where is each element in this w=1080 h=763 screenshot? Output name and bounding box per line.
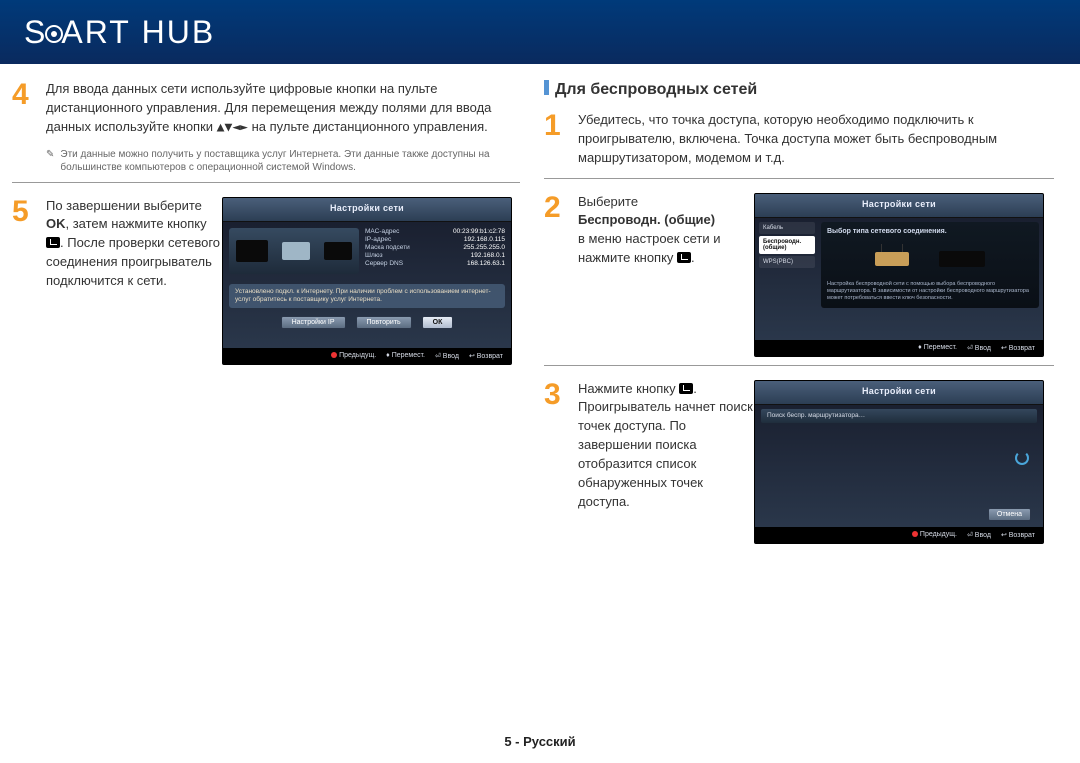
right-column: Для беспроводных сетей 1 Убедитесь, что …: [544, 80, 1054, 544]
tv1-button-row: Настройки IP Повторить ОК: [223, 316, 511, 329]
heading-text: Для беспроводных сетей: [555, 81, 757, 98]
tv1-network-values: МАС-адрес 00:23:99:b1:c2:78 IP-адрес 192.1…: [365, 228, 505, 274]
router-icon: [875, 252, 909, 266]
tv-screenshot-connection-type: Настройки сети Кабель Беспроводн.(общие)…: [754, 193, 1044, 357]
tv2-diagram: [827, 241, 1033, 277]
player-icon: [939, 251, 985, 267]
nav-prev: Предыдущ.: [339, 352, 376, 359]
divider: [544, 178, 1054, 179]
tv2-title: Настройки сети: [755, 194, 1043, 213]
kv-val: 192.168.0.115: [464, 236, 505, 243]
step-4-number: 4: [12, 80, 46, 138]
step-4: 4 Для ввода данных сети используйте цифр…: [12, 80, 520, 138]
step-3-text-a: Нажмите кнопку: [578, 381, 679, 396]
heading-bar-icon: [544, 80, 549, 95]
tv2-description: Настройка беспроводной сети с помощью вы…: [827, 281, 1033, 302]
kv-key: Шлюз: [365, 252, 383, 259]
step-2-text-c: .: [691, 250, 695, 265]
step-5-text-b: , затем нажмите кнопку: [66, 216, 207, 231]
nav-move: Перемест.: [924, 344, 957, 351]
step-5-text-a: По завершении выберите: [46, 198, 202, 213]
kv-val: 255.255.255.0: [463, 244, 505, 251]
note-row: ✎ Эти данные можно получить у поставщика…: [46, 148, 520, 174]
tv1-nav-bar: Предыдущ. ♦ Перемест. ⏎ Ввод ↩ Возврат: [223, 348, 511, 364]
step-5-number: 5: [12, 197, 46, 355]
tv-screenshot-searching: Настройки сети Поиск беспр. маршрутизато…: [754, 380, 1044, 544]
red-dot-icon: [912, 531, 918, 537]
device-router-icon: [282, 242, 310, 260]
brand-header: SART HUB: [0, 0, 1080, 64]
step-3: 3 Нажмите кнопку . Проигрыватель начнет …: [544, 380, 754, 534]
enter-button-icon: [679, 383, 693, 394]
step-1: 1 Убедитесь, что точка доступа, которую …: [544, 111, 1054, 168]
tv2-side-wireless[interactable]: Беспроводн.(общие): [759, 236, 815, 254]
tv1-device-diagram: [229, 228, 359, 274]
step-3-number: 3: [544, 380, 578, 534]
step-3-text-b: . Проигрыватель начнет поиск точек досту…: [578, 381, 753, 509]
kv-val: 168.126.63.1: [467, 260, 505, 267]
nav-enter: Ввод: [975, 532, 991, 539]
step-4-text-b: на пульте дистанционного управления.: [248, 119, 488, 134]
step-2-text: Выберите Беспроводн. (общие) в меню наст…: [578, 193, 754, 347]
left-column: 4 Для ввода данных сети используйте цифр…: [12, 80, 520, 544]
tv2-main-heading: Выбор типа сетевого соединения.: [827, 228, 1033, 235]
step-5-text-c: . После проверки сетевого соединения про…: [46, 235, 220, 288]
tv3-cancel-button[interactable]: Отмена: [988, 508, 1031, 521]
step-3-text: Нажмите кнопку . Проигрыватель начнет по…: [578, 380, 754, 534]
step-2: 2 Выберите Беспроводн. (общие) в меню на…: [544, 193, 754, 347]
tv1-status-message: Установлено подкл. к Интернету. При нали…: [229, 284, 505, 309]
step-2-number: 2: [544, 193, 578, 347]
tv-btn-ip-settings[interactable]: Настройки IP: [281, 316, 346, 329]
nav-return: Возврат: [1009, 532, 1035, 539]
tv2-side-wps[interactable]: WPS(PBC): [759, 256, 815, 268]
page-footer: 5 - Русский: [0, 734, 1080, 749]
step-4-text: Для ввода данных сети используйте цифров…: [46, 80, 520, 138]
arrow-icons: ▲▼◄►: [217, 120, 248, 135]
tv3-nav-bar: Предыдущ. ⏎ Ввод ↩ Возврат: [755, 527, 1043, 543]
step-5-ok: OK: [46, 216, 66, 231]
kv-val: 192.168.0.1: [471, 252, 505, 259]
nav-prev: Предыдущ.: [920, 531, 957, 538]
nav-enter: Ввод: [443, 353, 459, 360]
enter-button-icon: [677, 252, 691, 263]
tv2-sidebar: Кабель Беспроводн.(общие) WPS(PBC): [759, 222, 815, 308]
device-globe-icon: [324, 242, 352, 260]
loading-spinner-icon: [1015, 451, 1029, 465]
kv-key: Маска подсети: [365, 244, 410, 251]
tv2-side-cable[interactable]: Кабель: [759, 222, 815, 234]
tv-btn-ok[interactable]: ОК: [422, 316, 454, 329]
step-5-text: По завершении выберите OK, затем нажмите…: [46, 197, 222, 355]
tv3-search-label: Поиск беспр. маршрутизатора…: [761, 409, 1037, 423]
enter-button-icon: [46, 237, 60, 248]
tv-btn-retry[interactable]: Повторить: [356, 316, 412, 329]
tv3-title: Настройки сети: [755, 381, 1043, 400]
step-2-text-b: в меню настроек сети и нажмите кнопку: [578, 231, 720, 265]
red-dot-icon: [331, 352, 337, 358]
divider: [544, 365, 1054, 366]
tv-screenshot-network-status: Настройки сети МАС-адрес 00:23:99:b1:c2:7…: [222, 197, 512, 365]
kv-key: IP-адрес: [365, 236, 391, 243]
kv-key: Сервер DNS: [365, 260, 403, 267]
step-5: 5 По завершении выберите OK, затем нажми…: [12, 197, 222, 355]
step-1-text: Убедитесь, что точка доступа, которую не…: [578, 111, 1054, 168]
note-text: Эти данные можно получить у поставщика у…: [60, 148, 520, 174]
kv-val: 00:23:99:b1:c2:78: [453, 228, 505, 235]
nav-move: Перемест.: [392, 352, 425, 359]
wireless-section-heading: Для беспроводных сетей: [544, 80, 1054, 99]
step-2-bold: Беспроводн. (общие): [578, 212, 715, 227]
nav-return: Возврат: [477, 353, 503, 360]
nav-return: Возврат: [1009, 345, 1035, 352]
step-1-number: 1: [544, 111, 578, 168]
tv2-nav-bar: ♦ Перемест. ⏎ Ввод ↩ Возврат: [755, 340, 1043, 356]
divider: [12, 182, 520, 183]
tv1-title: Настройки сети: [223, 198, 511, 217]
kv-key: МАС-адрес: [365, 228, 399, 235]
note-icon: ✎: [46, 148, 54, 174]
nav-enter: Ввод: [975, 345, 991, 352]
device-player-icon: [236, 240, 268, 262]
step-2-text-a: Выберите: [578, 194, 638, 209]
